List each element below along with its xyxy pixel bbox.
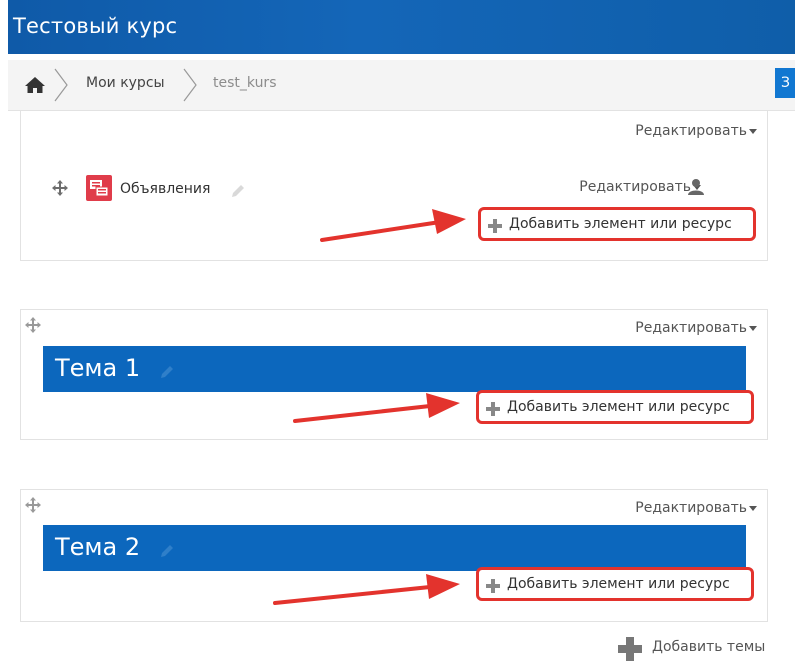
section-general: Редактировать Объявления Редактировать Д… (20, 110, 768, 261)
topic-title[interactable]: Тема 1 (55, 354, 140, 382)
add-activity-label: Добавить элемент или ресурс (507, 399, 730, 415)
user-icon[interactable] (687, 178, 705, 196)
pencil-icon[interactable] (230, 183, 246, 199)
section-edit-label: Редактировать (635, 500, 747, 516)
forum-icon (86, 175, 112, 201)
section-edit-menu[interactable]: Редактировать (635, 500, 757, 516)
caret-down-icon (749, 128, 757, 134)
pencil-icon[interactable] (159, 364, 175, 380)
plus-icon (488, 219, 502, 233)
plus-icon (486, 579, 500, 593)
add-topics-label: Добавить темы (652, 639, 766, 655)
pencil-icon[interactable] (159, 543, 175, 559)
move-icon[interactable] (25, 317, 41, 333)
edit-mode-button[interactable]: З (775, 68, 795, 98)
course-title: Тестовый курс (13, 14, 178, 38)
section-edit-menu[interactable]: Редактировать (635, 320, 757, 336)
section-topic-2: Редактировать Тема 2 Добавить элемент ил… (20, 489, 768, 622)
activity-name-announcements[interactable]: Объявления (120, 181, 210, 197)
topic-header: Тема 2 (43, 525, 746, 571)
activity-edit-label: Редактировать (579, 179, 691, 195)
breadcrumb: Мои курсы test_kurs З (8, 60, 795, 111)
section-edit-label: Редактировать (635, 123, 747, 139)
caret-down-icon (749, 325, 757, 331)
caret-down-icon (749, 505, 757, 511)
plus-icon (618, 637, 642, 661)
chevron-right-icon (54, 68, 68, 102)
add-activity-label: Добавить элемент или ресурс (507, 576, 730, 592)
add-activity-button[interactable]: Добавить элемент или ресурс (478, 207, 756, 241)
home-icon[interactable] (24, 76, 46, 94)
add-activity-label: Добавить элемент или ресурс (509, 216, 732, 232)
breadcrumb-current-course[interactable]: test_kurs (213, 75, 277, 91)
chevron-right-icon (183, 68, 197, 102)
topic-header: Тема 1 (43, 346, 746, 392)
section-edit-label: Редактировать (635, 320, 747, 336)
section-topic-1: Редактировать Тема 1 Добавить элемент ил… (20, 309, 768, 440)
course-header: Тестовый курс (8, 0, 795, 54)
move-icon[interactable] (52, 180, 68, 196)
activity-edit-menu[interactable]: Редактировать (579, 179, 701, 195)
section-edit-menu[interactable]: Редактировать (635, 123, 757, 139)
add-activity-button[interactable]: Добавить элемент или ресурс (476, 567, 754, 601)
breadcrumb-my-courses[interactable]: Мои курсы (86, 75, 165, 91)
topic-title[interactable]: Тема 2 (55, 533, 140, 561)
move-icon[interactable] (25, 497, 41, 513)
add-activity-button[interactable]: Добавить элемент или ресурс (476, 390, 754, 424)
plus-icon (486, 402, 500, 416)
